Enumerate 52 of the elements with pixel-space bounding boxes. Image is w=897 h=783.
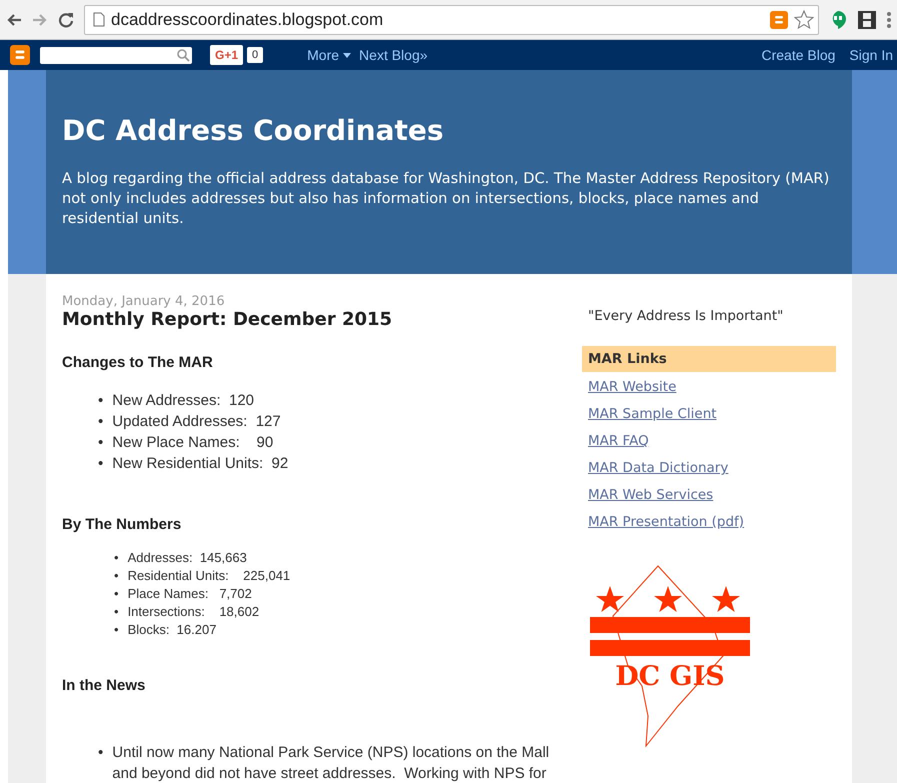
blog-quote: "Every Address Is Important" [587, 308, 784, 324]
page-icon [93, 12, 105, 27]
section-heading: In the News [62, 677, 146, 694]
sidebar-link[interactable]: MAR FAQ [588, 428, 649, 455]
list-item: Residential Units: 225,041 [128, 567, 290, 585]
list-item: Place Names: 7,702 [128, 585, 252, 603]
list-item: New Place Names: 90 [112, 433, 274, 453]
bullet: • [98, 454, 104, 474]
list-item: Addresses: 145,663 [128, 549, 247, 567]
section-heading: Changes to The MAR [62, 354, 214, 371]
sidebar-link[interactable]: MAR Data Dictionary [588, 455, 728, 482]
list-item: New Addresses: 120 [112, 391, 254, 411]
post-title: Monthly Report: December 2015 [62, 309, 394, 330]
address-bar[interactable]: dcaddresscoordinates.blogspot.com [84, 4, 819, 34]
bullet: • [98, 743, 104, 763]
bullet: • [98, 412, 104, 432]
sidebar-link[interactable]: MAR Website [588, 374, 676, 401]
plus-one-button[interactable]: G+1 [210, 45, 244, 65]
search-field[interactable] [40, 46, 192, 64]
back-icon[interactable] [6, 12, 22, 28]
sidebar-link[interactable]: MAR Presentation (pdf) [588, 509, 744, 536]
list-item: Updated Addresses: 127 [112, 412, 281, 432]
reload-icon[interactable] [58, 12, 74, 28]
list-item: Until now many National Park Service (NPS) locations on the Mall and beyond did not have street addresses. Working with NPS for [112, 743, 550, 783]
bullet: • [114, 585, 119, 603]
list-item: New Residential Units: 92 [112, 454, 288, 474]
sidebar-link[interactable]: MAR Web Services [588, 482, 714, 509]
list-item: Blocks: 16.207 [128, 621, 216, 639]
next-blog-link[interactable]: Next Blog» [359, 47, 428, 63]
bullet: • [98, 391, 104, 411]
bullet: • [98, 433, 104, 453]
film-icon[interactable] [857, 10, 877, 30]
plus-one-count: 0 [247, 47, 264, 63]
section-heading: By The Numbers [62, 516, 182, 533]
bullet: • [114, 603, 119, 621]
blog-title: DC Address Coordinates [62, 114, 445, 147]
sidebar-link[interactable]: MAR Sample Client [588, 401, 717, 428]
post-date: Monday, January 4, 2016 [62, 294, 226, 309]
blog-description: A blog regarding the official address database for Washington, DC. The Master Address Repository (MAR) not only includes addresses but also has information on intersections, blocks, place names and residential units. [62, 169, 830, 229]
create-blog-link[interactable]: Create Blog [761, 47, 836, 63]
list-item: Intersections: 18,602 [128, 603, 260, 621]
links-heading: MAR Links [582, 346, 836, 372]
menu-icon[interactable] [887, 10, 891, 28]
bullet: • [114, 621, 119, 639]
search-icon[interactable] [177, 48, 190, 62]
sign-in-link[interactable]: Sign In [849, 47, 893, 63]
blogger-icon[interactable] [10, 45, 30, 65]
more-menu[interactable]: More [307, 47, 352, 63]
bullet: • [114, 567, 119, 585]
bullet: • [114, 549, 119, 567]
caret-icon [343, 52, 352, 58]
star-icon[interactable] [794, 10, 814, 30]
